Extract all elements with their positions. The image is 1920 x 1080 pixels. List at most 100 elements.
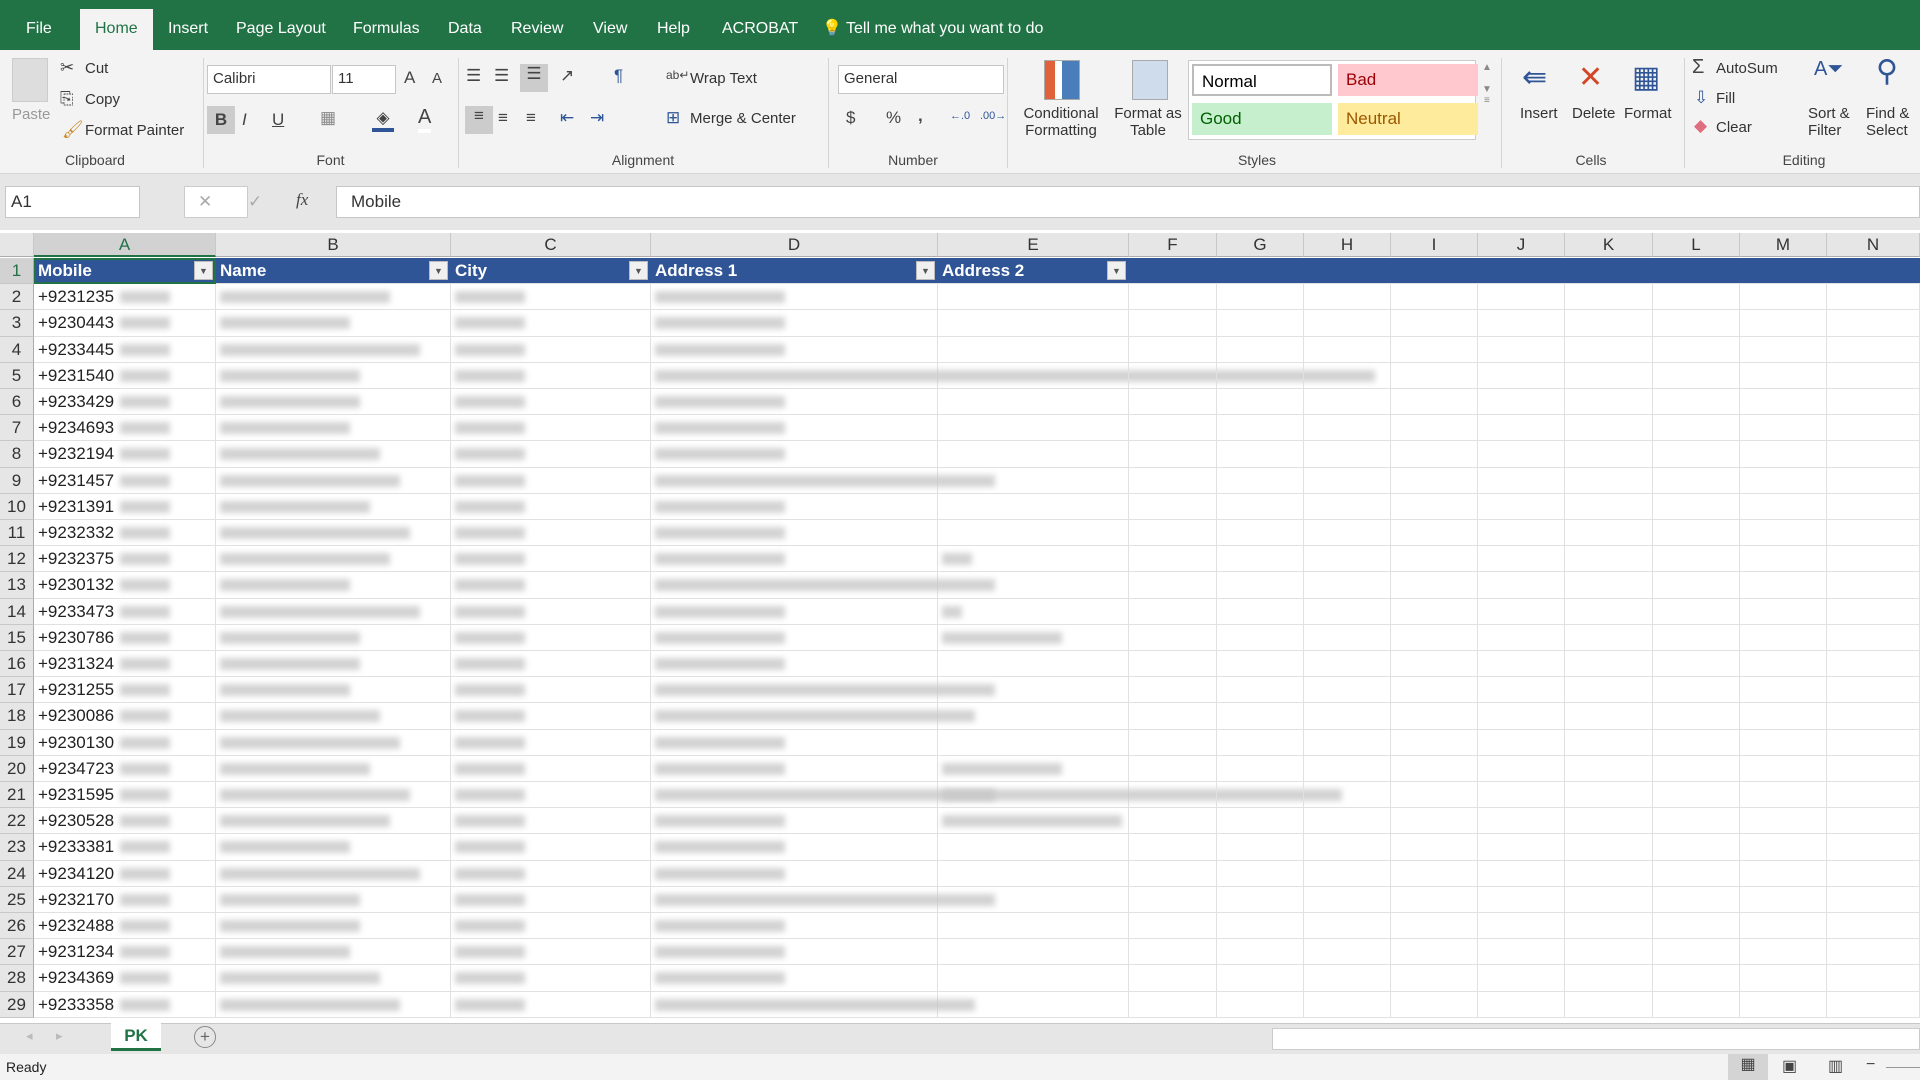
cell[interactable]	[1653, 677, 1740, 704]
cell[interactable]	[938, 493, 1129, 520]
cell[interactable]	[1391, 441, 1478, 468]
cell[interactable]	[1217, 677, 1304, 704]
header-cell[interactable]: Address 1 ▼	[651, 258, 938, 285]
formula-input[interactable]: Mobile	[336, 186, 1920, 218]
comma-button[interactable]: ,	[918, 106, 923, 126]
cell[interactable]	[1827, 624, 1920, 651]
cell[interactable]	[1304, 415, 1391, 442]
cell[interactable]	[1653, 467, 1740, 494]
sheet-tab-pk[interactable]: PK	[111, 1023, 161, 1051]
fill-color-icon[interactable]: ◈	[372, 108, 394, 132]
cell[interactable]	[1304, 939, 1391, 966]
cell[interactable]	[1217, 493, 1304, 520]
cell[interactable]	[1304, 362, 1391, 389]
cell[interactable]	[1217, 939, 1304, 966]
cell[interactable]	[1653, 624, 1740, 651]
cell[interactable]	[1827, 415, 1920, 442]
cell[interactable]	[1304, 284, 1391, 311]
cell[interactable]	[651, 729, 938, 756]
tab-insert[interactable]: Insert	[168, 0, 208, 50]
cell[interactable]	[1129, 598, 1217, 625]
cell[interactable]	[216, 493, 451, 520]
cell[interactable]	[938, 546, 1129, 573]
cell[interactable]	[1391, 703, 1478, 730]
cell[interactable]	[1391, 310, 1478, 337]
cell[interactable]	[1827, 651, 1920, 678]
cell[interactable]	[938, 913, 1129, 940]
header-cell[interactable]	[1304, 258, 1391, 285]
cell[interactable]	[1391, 729, 1478, 756]
cell[interactable]	[216, 965, 451, 992]
cell[interactable]	[1391, 546, 1478, 573]
cell[interactable]	[1391, 991, 1478, 1018]
cell[interactable]	[651, 860, 938, 887]
cell[interactable]	[1217, 991, 1304, 1018]
cell[interactable]	[451, 755, 651, 782]
cell[interactable]	[1478, 441, 1565, 468]
cell[interactable]	[451, 965, 651, 992]
currency-button[interactable]: $	[846, 108, 855, 128]
cell[interactable]	[938, 834, 1129, 861]
header-cell[interactable]	[1827, 258, 1920, 285]
cut-button[interactable]: Cut	[85, 60, 108, 77]
cell[interactable]: +9233381	[34, 834, 216, 861]
cell[interactable]	[1391, 389, 1478, 416]
cell[interactable]	[1478, 520, 1565, 547]
cell[interactable]	[1740, 572, 1827, 599]
cell[interactable]	[451, 991, 651, 1018]
cell[interactable]	[216, 336, 451, 363]
cell[interactable]: +9230443	[34, 310, 216, 337]
cell[interactable]	[1740, 913, 1827, 940]
cell[interactable]	[1129, 860, 1217, 887]
cell[interactable]	[1129, 546, 1217, 573]
column-header-c[interactable]: C	[451, 233, 651, 257]
cell[interactable]	[1129, 886, 1217, 913]
cell[interactable]: +9231235	[34, 284, 216, 311]
column-header-a[interactable]: A	[34, 233, 216, 257]
column-header-n[interactable]: N	[1827, 233, 1920, 257]
cell[interactable]: +9231391	[34, 493, 216, 520]
cell[interactable]	[938, 284, 1129, 311]
tab-data[interactable]: Data	[448, 0, 482, 50]
cell[interactable]	[1653, 520, 1740, 547]
decrease-font-icon[interactable]: A	[432, 70, 442, 87]
cell[interactable]	[216, 467, 451, 494]
row-header-28[interactable]: 28	[0, 965, 34, 992]
cell[interactable]	[938, 389, 1129, 416]
cell[interactable]	[1827, 546, 1920, 573]
cell[interactable]	[938, 886, 1129, 913]
cell[interactable]	[1391, 467, 1478, 494]
cell[interactable]	[1653, 389, 1740, 416]
cell[interactable]	[451, 886, 651, 913]
cell[interactable]	[1217, 965, 1304, 992]
cell[interactable]	[1740, 991, 1827, 1018]
cell[interactable]	[1478, 389, 1565, 416]
cell[interactable]	[651, 703, 975, 730]
increase-decimal-icon[interactable]: ←.0	[950, 110, 970, 122]
cell[interactable]	[1740, 886, 1827, 913]
delete-button[interactable]: Delete	[1572, 105, 1615, 122]
cell[interactable]	[1217, 546, 1304, 573]
cell[interactable]: +9233358	[34, 991, 216, 1018]
cell[interactable]	[216, 362, 451, 389]
cell[interactable]: +9231595	[34, 782, 216, 809]
cell[interactable]	[216, 991, 451, 1018]
header-cell[interactable]	[1565, 258, 1653, 285]
filter-dropdown-icon[interactable]: ▼	[429, 261, 448, 280]
cell[interactable]	[216, 860, 451, 887]
row-header-21[interactable]: 21	[0, 782, 34, 809]
row-header-19[interactable]: 19	[0, 729, 34, 756]
cell[interactable]: +9232488	[34, 913, 216, 940]
cell[interactable]	[1478, 546, 1565, 573]
cell[interactable]	[1129, 677, 1217, 704]
cell[interactable]	[451, 913, 651, 940]
cell[interactable]	[938, 441, 1129, 468]
row-header-6[interactable]: 6	[0, 389, 34, 416]
cell[interactable]	[1653, 860, 1740, 887]
cell[interactable]	[1827, 520, 1920, 547]
tab-review[interactable]: Review	[511, 0, 563, 50]
cell[interactable]	[1740, 860, 1827, 887]
cell[interactable]	[1827, 677, 1920, 704]
page-layout-view-icon[interactable]: ▣	[1782, 1056, 1797, 1076]
row-header-3[interactable]: 3	[0, 310, 34, 337]
